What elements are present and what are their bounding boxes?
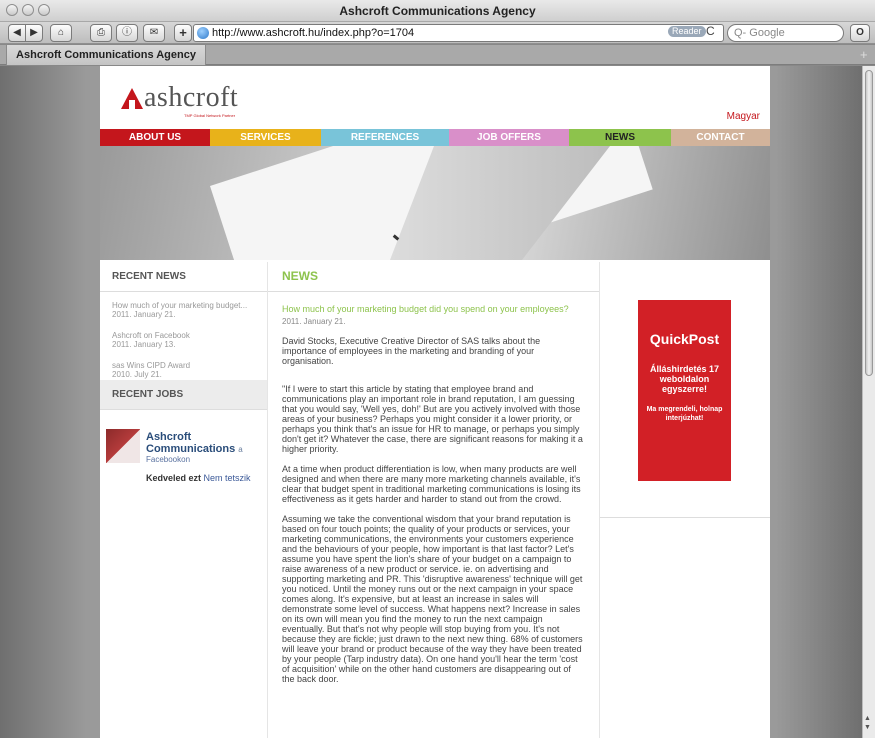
nav-job-offers[interactable]: JOB OFFERS <box>449 129 569 146</box>
right-sidebar: QuickPost Álláshirdetés 17 weboldalon eg… <box>600 262 770 518</box>
facebook-like-row: Kedveled ezt Nem tetszik <box>146 473 251 483</box>
nav-about-us[interactable]: ABOUT US <box>100 129 210 146</box>
window-titlebar: Ashcroft Communications Agency <box>0 0 875 22</box>
page-viewport: ashcroft TMP Global Network Partner Magy… <box>0 66 862 738</box>
globe-icon <box>197 27 209 39</box>
article-title[interactable]: How much of your marketing budget did yo… <box>282 304 585 314</box>
scroll-arrows-icon[interactable]: ▲ ▼ <box>864 714 871 732</box>
tab-ashcroft[interactable]: Ashcroft Communications Agency <box>6 45 206 65</box>
search-field[interactable]: Q- Google <box>727 24 844 42</box>
article: How much of your marketing budget did yo… <box>268 304 599 684</box>
main-nav: ABOUT US SERVICES REFERENCES JOB OFFERS … <box>100 129 770 146</box>
extension-icon: O <box>856 27 864 38</box>
mail-icon: ✉ <box>149 27 159 38</box>
print-button[interactable]: ⎙ <box>90 24 112 42</box>
quickpost-ad[interactable]: QuickPost Álláshirdetés 17 weboldalon eg… <box>638 300 731 481</box>
reader-button[interactable]: Reader <box>668 26 706 37</box>
recent-jobs-title: RECENT JOBS <box>112 389 184 400</box>
recent-jobs-header: RECENT JOBS <box>100 380 267 410</box>
back-button[interactable]: ◀ <box>8 24 26 42</box>
logo-tagline: TMP Global Network Partner <box>184 113 236 118</box>
left-sidebar: RECENT NEWS How much of your marketing b… <box>100 262 267 738</box>
ad-brand: QuickPost <box>649 331 720 347</box>
scrollbar-thumb[interactable] <box>865 70 873 376</box>
article-intro: David Stocks, Executive Creative Directo… <box>282 336 541 366</box>
facebook-like-prompt: Kedveled ezt <box>146 473 202 483</box>
vertical-scrollbar[interactable]: ▲ ▼ <box>862 66 875 738</box>
site-page: ashcroft TMP Global Network Partner Magy… <box>100 66 770 738</box>
nav-contact[interactable]: CONTACT <box>671 129 770 146</box>
news-item-date: 2011. January 21. <box>112 310 176 319</box>
add-bookmark-button[interactable]: + <box>174 24 192 42</box>
info-button[interactable]: ⓘ <box>116 24 138 42</box>
mail-button[interactable]: ✉ <box>143 24 165 42</box>
home-icon: ⌂ <box>57 27 65 38</box>
article-paragraph: At a time when product differentiation i… <box>282 464 581 504</box>
article-date: 2011. January 21. <box>282 317 346 326</box>
news-item[interactable]: How much of your marketing budget... 201… <box>100 301 267 319</box>
nav-services[interactable]: SERVICES <box>210 129 321 146</box>
main-content: NEWS How much of your marketing budget d… <box>267 262 600 738</box>
tab-bar: Ashcroft Communications Agency + <box>0 45 875 65</box>
nav-news[interactable]: NEWS <box>569 129 671 146</box>
logo-wordmark: ashcroft <box>144 82 239 113</box>
article-paragraph: "If I were to start this article by stat… <box>282 384 583 454</box>
extension-button[interactable]: O <box>850 24 870 42</box>
news-item-title: How much of your marketing budget... <box>112 301 248 310</box>
window-title: Ashcroft Communications Agency <box>339 4 536 18</box>
back-icon: ◀ <box>13 27 21 38</box>
forward-icon: ▶ <box>30 27 38 38</box>
new-tab-icon[interactable]: + <box>860 47 868 62</box>
ad-subline: Ma megrendeli, holnap interjúzhat! <box>646 406 723 422</box>
url-text: http://www.ashcroft.hu/index.php?o=1704 <box>212 27 415 39</box>
news-item[interactable]: sas Wins CIPD Award 2010. July 21. <box>100 361 267 379</box>
reload-icon[interactable]: C <box>706 24 715 38</box>
recent-news-title: RECENT NEWS <box>112 271 186 282</box>
facebook-sub-label: Facebookon <box>146 455 191 464</box>
print-icon: ⎙ <box>97 27 105 38</box>
news-section-title: NEWS <box>268 262 599 292</box>
news-item-title: sas Wins CIPD Award <box>112 361 191 370</box>
forward-button[interactable]: ▶ <box>25 24 43 42</box>
news-item-date: 2010. July 21. <box>112 370 162 379</box>
ad-headline: Álláshirdetés 17 weboldalon egyszerre! <box>649 364 720 394</box>
news-item[interactable]: Ashcroft on Facebook 2011. January 13. <box>100 331 267 349</box>
news-item-date: 2011. January 13. <box>112 340 176 349</box>
facebook-page-avatar[interactable] <box>106 429 140 463</box>
info-icon: ⓘ <box>122 27 132 38</box>
address-bar[interactable]: http://www.ashcroft.hu/index.php?o=1704 <box>193 24 724 42</box>
article-paragraph: Assuming we take the conventional wisdom… <box>282 514 583 684</box>
facebook-page-name[interactable]: Ashcroft Communications a <box>146 431 261 456</box>
nav-references[interactable]: REFERENCES <box>321 129 449 146</box>
news-item-title: Ashcroft on Facebook <box>112 331 190 340</box>
browser-toolbar: ◀ ▶ ⌂ ⎙ ⓘ ✉ + http://www.ashcroft.hu/ind… <box>0 22 875 44</box>
home-button[interactable]: ⌂ <box>50 24 72 42</box>
language-link[interactable]: Magyar <box>727 111 760 122</box>
hero-image <box>100 146 770 260</box>
recent-news-header: RECENT NEWS <box>100 262 267 292</box>
facebook-unlike-link[interactable]: Nem tetszik <box>204 473 251 483</box>
plus-icon: + <box>179 25 187 40</box>
